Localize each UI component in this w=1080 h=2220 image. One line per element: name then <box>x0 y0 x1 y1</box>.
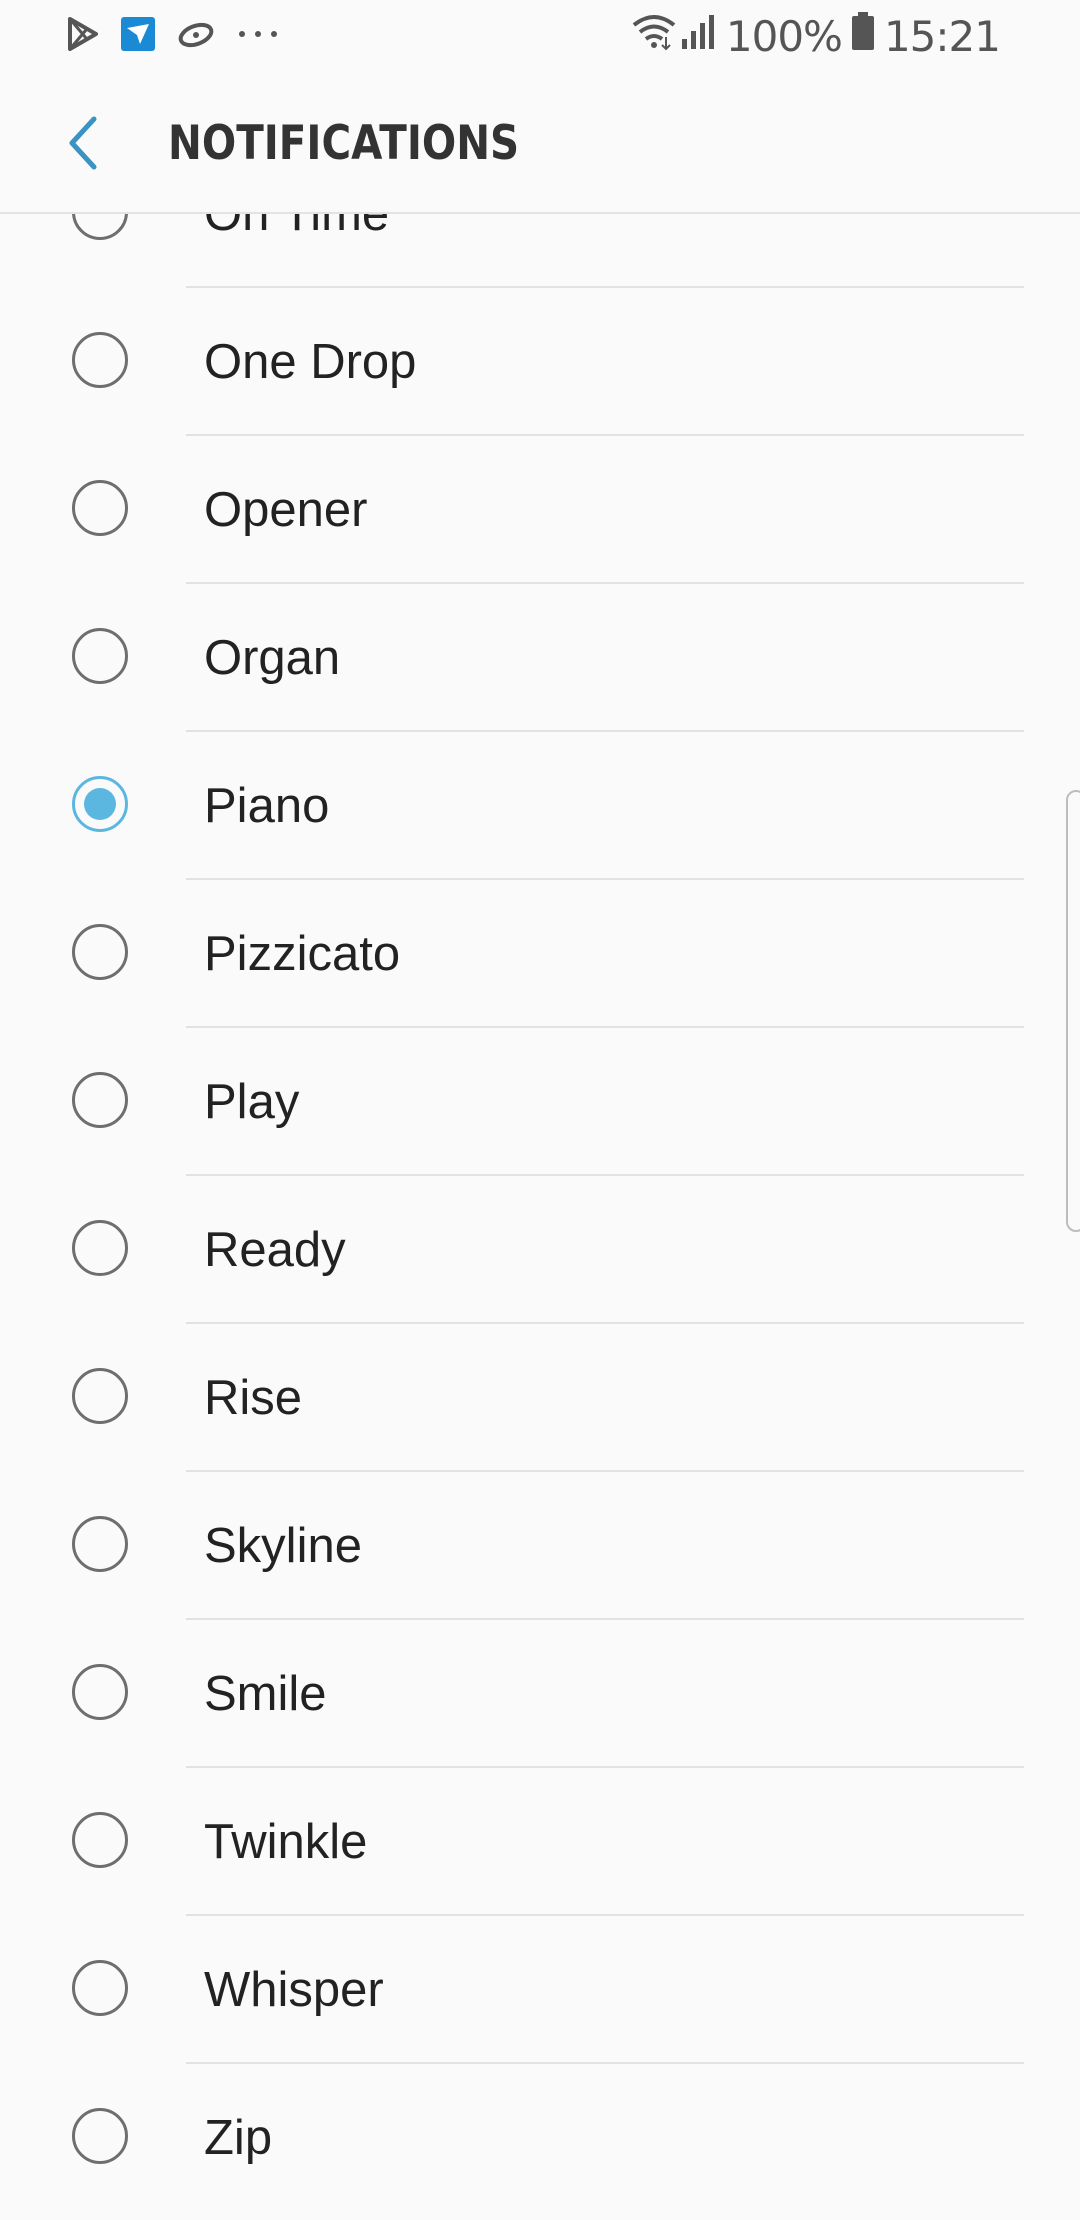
sound-option-label: One Drop <box>204 335 417 389</box>
sound-option-row[interactable]: Organ <box>0 584 1080 732</box>
sound-option-label: Zip <box>204 2111 273 2165</box>
radio-selected-dot <box>84 788 116 820</box>
radio-button[interactable] <box>72 924 128 980</box>
sound-option-label: Organ <box>204 631 341 685</box>
sync-app-icon <box>176 19 216 54</box>
radio-button[interactable] <box>72 1368 128 1424</box>
radio-button[interactable] <box>72 1960 128 2016</box>
sound-option-label: Opener <box>204 483 368 537</box>
sound-option-row[interactable]: Skyline <box>0 1472 1080 1620</box>
page-title: NOTIFICATIONS <box>168 116 520 171</box>
sound-option-row[interactable]: On Time <box>0 214 1080 288</box>
radio-button[interactable] <box>72 1664 128 1720</box>
scrollbar-handle[interactable] <box>1066 790 1080 1232</box>
battery-percent: 100% <box>725 11 843 61</box>
sound-option-label: Twinkle <box>204 1815 368 1869</box>
app-bar: NOTIFICATIONS <box>0 72 1080 214</box>
sound-option-row[interactable]: Zip <box>0 2064 1080 2212</box>
status-bar-notifications <box>66 14 300 58</box>
radio-button[interactable] <box>72 628 128 684</box>
sound-option-label: Piano <box>204 779 330 833</box>
signal-icon <box>678 11 718 61</box>
sound-option-label: On Time <box>204 214 390 241</box>
sound-option-row[interactable]: Smile <box>0 1620 1080 1768</box>
battery-icon <box>850 11 876 61</box>
radio-button-checked[interactable] <box>72 776 128 832</box>
radio-button[interactable] <box>72 480 128 536</box>
radio-button[interactable] <box>72 2108 128 2164</box>
radio-button[interactable] <box>72 1812 128 1868</box>
sound-option-row[interactable]: Piano <box>0 732 1080 880</box>
sound-option-row[interactable]: Ready <box>0 1176 1080 1324</box>
play-store-icon <box>66 16 100 57</box>
sound-option-label: Whisper <box>204 1963 384 2017</box>
radio-button[interactable] <box>72 332 128 388</box>
radio-button[interactable] <box>72 214 128 240</box>
sound-option-row[interactable]: One Drop <box>0 288 1080 436</box>
sound-option-label: Play <box>204 1075 300 1129</box>
more-dots-icon <box>236 27 280 45</box>
radio-button[interactable] <box>72 1220 128 1276</box>
clock: 15:21 <box>883 11 1001 61</box>
notification-sound-list: On Time One Drop Opener Organ Piano Pizzicato… <box>0 214 1080 2220</box>
radio-button[interactable] <box>72 1072 128 1128</box>
chevron-left-icon <box>64 115 100 176</box>
sound-option-label: Ready <box>204 1223 346 1277</box>
radio-button[interactable] <box>72 1516 128 1572</box>
back-button[interactable] <box>52 112 112 178</box>
status-bar-system: 100% 15:21 <box>630 10 1008 62</box>
wifi-icon <box>630 11 678 61</box>
sound-option-row[interactable]: Pizzicato <box>0 880 1080 1028</box>
sound-option-label: Rise <box>204 1371 303 1425</box>
sound-option-row[interactable]: Twinkle <box>0 1768 1080 1916</box>
sound-option-label: Skyline <box>204 1519 362 1573</box>
sound-option-row[interactable]: Play <box>0 1028 1080 1176</box>
email-app-icon <box>120 16 156 57</box>
sound-option-row[interactable]: Opener <box>0 436 1080 584</box>
sound-option-label: Smile <box>204 1667 327 1721</box>
sound-option-row[interactable]: Whisper <box>0 1916 1080 2064</box>
status-bar: 100% 15:21 <box>0 0 1080 72</box>
sound-option-label: Pizzicato <box>204 927 401 981</box>
sound-option-row[interactable]: Rise <box>0 1324 1080 1472</box>
